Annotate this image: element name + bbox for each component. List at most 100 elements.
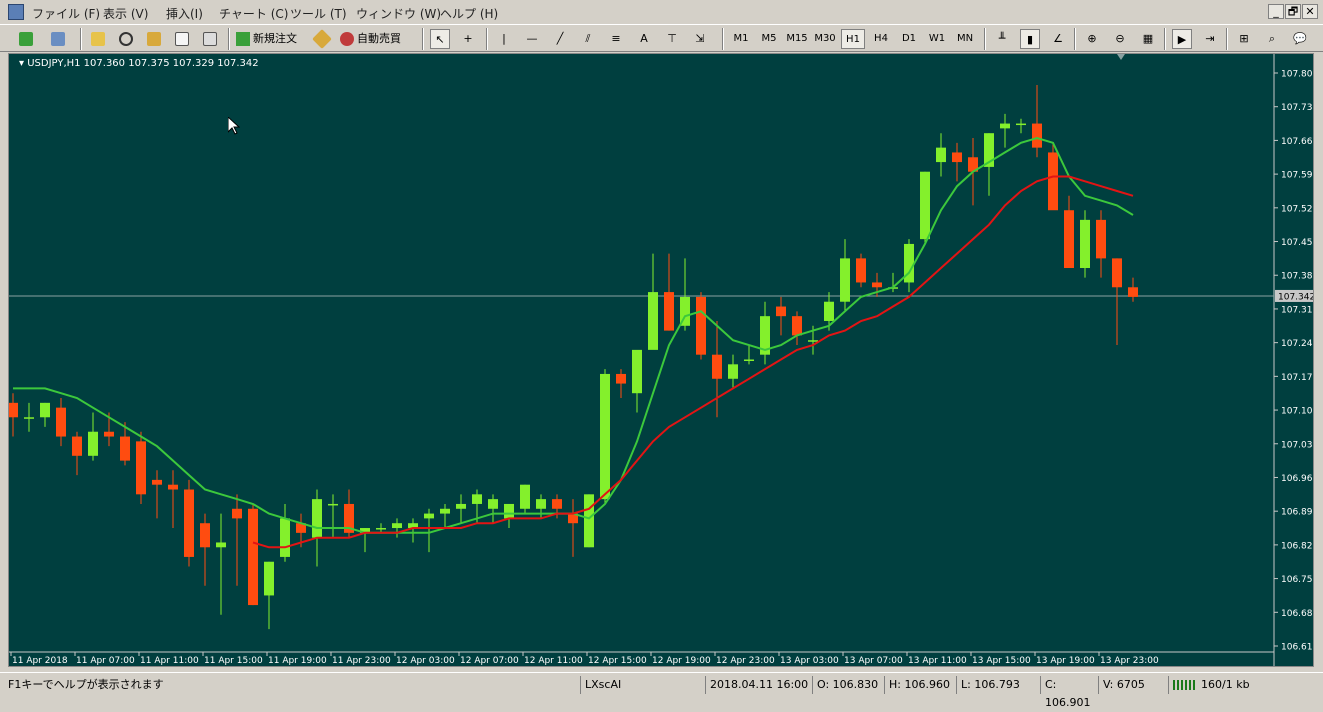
y-tick-label: 106.685 <box>1281 609 1313 619</box>
indicators-icon[interactable]: ⊞ <box>1234 29 1254 49</box>
bull-candle <box>808 340 818 342</box>
connection-bars-icon <box>1173 680 1197 690</box>
app-icon[interactable] <box>8 4 24 20</box>
y-tick-label: 106.965 <box>1281 474 1313 484</box>
bear-candle <box>712 354 722 379</box>
status-bar: F1キーでヘルプが表示されます LXscAI 2018.04.11 16:00 … <box>0 672 1323 709</box>
market-watch-icon[interactable] <box>88 29 108 49</box>
timeframe-h4[interactable]: H4 <box>869 29 893 49</box>
navigator-icon[interactable] <box>144 29 164 49</box>
terminal-icon[interactable] <box>172 29 192 49</box>
menu-window[interactable]: ウィンドウ (W) <box>356 5 441 22</box>
menu-help[interactable]: ヘルプ (H) <box>440 5 498 22</box>
bar-chart-icon[interactable]: ╨ <box>992 29 1012 49</box>
timeframe-m15[interactable]: M15 <box>785 29 809 49</box>
chart-header: ▾ USDJPY,H1 107.360 107.375 107.329 107.… <box>19 58 259 69</box>
y-tick-label: 107.035 <box>1281 440 1313 450</box>
timeframe-m5[interactable]: M5 <box>757 29 781 49</box>
timeframe-w1[interactable]: W1 <box>925 29 949 49</box>
candlestick-chart-icon[interactable]: ▮ <box>1020 29 1040 49</box>
y-tick-label: 107.455 <box>1281 238 1313 248</box>
equidistant-channel-icon[interactable]: ⫽ <box>578 29 598 49</box>
timeframe-d1[interactable]: D1 <box>897 29 921 49</box>
cursor-tool-icon[interactable]: ↖ <box>430 29 450 49</box>
profiles-icon[interactable] <box>48 29 68 49</box>
bull-candle <box>536 499 546 509</box>
minimize-button[interactable]: _ <box>1268 4 1284 19</box>
crosshair-tool-icon[interactable]: + <box>458 29 478 49</box>
search-icon[interactable]: ⌕ <box>1262 29 1282 49</box>
timeframe-m1[interactable]: M1 <box>729 29 753 49</box>
menu-insert[interactable]: 挿入(I) <box>166 5 203 22</box>
text-label-icon[interactable]: ⊤ <box>662 29 682 49</box>
close-button[interactable]: ✕ <box>1302 4 1318 19</box>
bull-candle <box>472 494 482 504</box>
bull-candle <box>264 561 274 596</box>
toolbar-separator <box>1074 28 1076 50</box>
metaeditor-icon[interactable] <box>312 29 332 49</box>
bull-candle <box>488 499 498 509</box>
x-tick-label: 12 Apr 03:00 <box>396 656 455 666</box>
y-tick-label: 107.385 <box>1281 272 1313 282</box>
menu-chart[interactable]: チャート (C) <box>219 5 288 22</box>
y-tick-label: 107.735 <box>1281 103 1313 113</box>
bull-candle <box>40 402 50 418</box>
timeframe-m30[interactable]: M30 <box>813 29 837 49</box>
auto-scroll-icon[interactable]: ▶ <box>1172 29 1192 49</box>
arrows-icon[interactable]: ⇲ <box>690 29 710 49</box>
status-traffic: 160/1 kb <box>1201 678 1250 691</box>
toolbar-separator <box>486 28 488 50</box>
y-tick-label: 106.895 <box>1281 508 1313 518</box>
auto-trading-button[interactable]: 自動売買 <box>340 29 414 49</box>
bear-candle <box>1048 152 1058 211</box>
bear-candle <box>168 484 178 490</box>
menu-bar: ファイル (F) 表示 (V) 挿入(I) チャート (C) ツール (T) ウ… <box>0 0 1323 24</box>
menu-view[interactable]: 表示 (V) <box>103 5 148 22</box>
bear-candle <box>792 316 802 336</box>
y-tick-label: 107.595 <box>1281 171 1313 181</box>
bull-candle <box>632 349 642 394</box>
bull-candle <box>648 292 658 350</box>
bear-candle <box>104 431 114 437</box>
menu-tools[interactable]: ツール (T) <box>290 5 347 22</box>
price-chart[interactable]: 107.805 107.735 107.665 107.595 107.525 107.4… <box>9 54 1313 666</box>
x-tick-label: 11 Apr 15:00 <box>204 656 263 666</box>
new-chart-icon[interactable] <box>16 29 36 49</box>
horizontal-line-icon[interactable]: — <box>522 29 542 49</box>
bear-candle <box>1128 287 1138 297</box>
tile-windows-icon[interactable]: ▦ <box>1138 29 1158 49</box>
zoom-in-icon[interactable]: ⊕ <box>1082 29 1102 49</box>
vertical-line-icon[interactable]: | <box>494 29 514 49</box>
chart-window[interactable]: 107.805 107.735 107.665 107.595 107.525 107.4… <box>8 53 1314 667</box>
strategy-tester-icon[interactable] <box>200 29 220 49</box>
bull-candle <box>88 431 98 456</box>
chat-icon[interactable]: 💬 <box>1290 29 1310 49</box>
trend-line-icon[interactable]: ╱ <box>550 29 570 49</box>
text-tool-icon[interactable]: A <box>634 29 654 49</box>
chart-header-text: USDJPY,H1 107.360 107.375 107.329 107.34… <box>27 58 259 69</box>
chart-shift-icon[interactable]: ⇥ <box>1200 29 1220 49</box>
bear-candle <box>72 436 82 456</box>
x-tick-label: 13 Apr 15:00 <box>972 656 1031 666</box>
timeframe-mn[interactable]: MN <box>953 29 977 49</box>
new-order-button[interactable]: 新規注文 <box>236 29 306 49</box>
status-volume: V: 6705 <box>1098 676 1164 694</box>
y-tick-label: 106.615 <box>1281 643 1313 653</box>
restore-button[interactable]: 🗗 <box>1285 4 1301 19</box>
y-tick-label: 107.805 <box>1281 70 1313 80</box>
zoom-out-icon[interactable]: ⊖ <box>1110 29 1130 49</box>
menu-file[interactable]: ファイル (F) <box>32 5 100 22</box>
y-tick-label: 106.825 <box>1281 541 1313 551</box>
data-window-icon[interactable] <box>116 29 136 49</box>
line-chart-icon[interactable]: ∠ <box>1048 29 1068 49</box>
timeframe-h1[interactable]: H1 <box>841 29 865 49</box>
bear-candle <box>776 306 786 317</box>
bear-candle <box>9 402 18 418</box>
fibonacci-icon[interactable]: ≡ <box>606 29 626 49</box>
bear-candle <box>552 499 562 509</box>
bull-candle <box>280 518 290 557</box>
x-tick-label: 12 Apr 19:00 <box>652 656 711 666</box>
bull-candle <box>520 484 530 509</box>
x-tick-label: 12 Apr 07:00 <box>460 656 519 666</box>
status-open: O: 106.830 <box>812 676 882 694</box>
